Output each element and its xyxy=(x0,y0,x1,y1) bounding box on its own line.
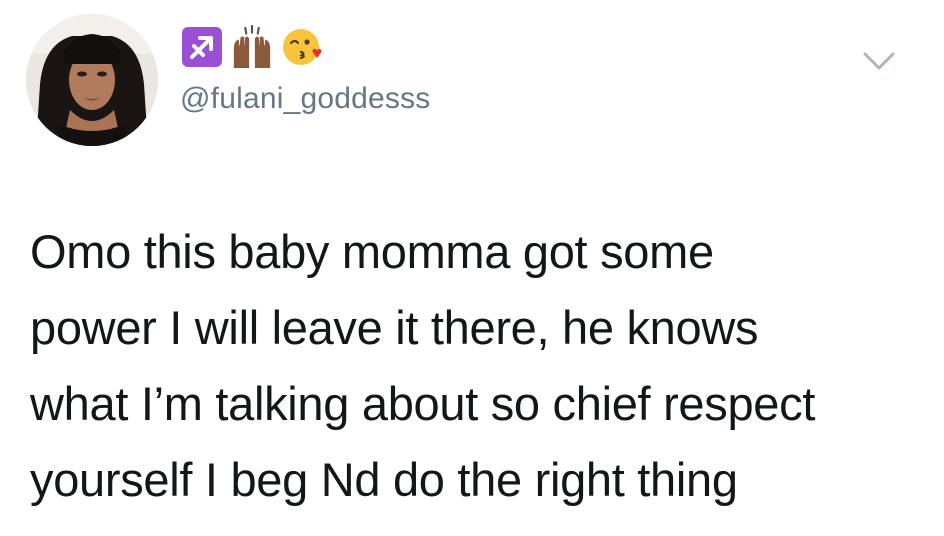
tweet-text-line: what I’m talking about so chief respect xyxy=(30,377,816,430)
chevron-down-icon[interactable] xyxy=(862,50,896,72)
display-name[interactable] xyxy=(180,24,324,70)
kissing-heart-emoji xyxy=(280,25,324,69)
sagittarius-emoji xyxy=(180,25,224,69)
user-handle[interactable]: @fulani_goddesss xyxy=(180,82,430,116)
tweet-text-line: power I will leave it there, he knows xyxy=(30,301,759,354)
avatar-image xyxy=(26,14,158,146)
tweet-text: Omo this baby momma got some power I wil… xyxy=(30,214,930,518)
tweet-text-line: yourself I beg Nd do the right thing xyxy=(30,453,738,506)
avatar[interactable] xyxy=(26,14,158,146)
tweet-text-line: Omo this baby momma got some xyxy=(30,225,714,278)
raised-hands-emoji xyxy=(230,25,274,69)
